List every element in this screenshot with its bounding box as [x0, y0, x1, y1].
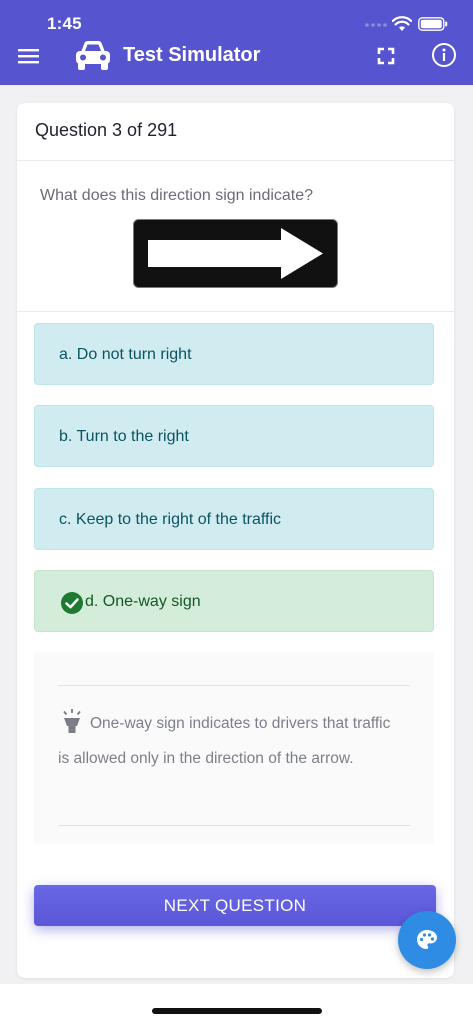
explanation-panel: One-way sign indicates to drivers that t… [34, 652, 434, 844]
answer-option-a[interactable]: a. Do not turn right [34, 323, 434, 385]
signal-icon [365, 23, 387, 27]
one-way-arrow-sign [133, 219, 338, 288]
answer-option-d[interactable]: d. One-way sign [34, 570, 434, 632]
explanation-text: One-way sign indicates to drivers that t… [58, 715, 391, 767]
screen: 1:45 Test Simulator Question 3 of 291 Wh… [0, 0, 473, 1024]
answer-option-c[interactable]: c. Keep to the right of the traffic [34, 488, 434, 550]
theme-button[interactable] [398, 911, 456, 969]
palette-icon [417, 930, 437, 949]
answer-option-label: b. Turn to the right [59, 428, 189, 445]
bottom-bar [0, 984, 473, 1024]
question-card: Question 3 of 291 What does this directi… [17, 103, 454, 978]
car-icon [76, 41, 110, 70]
question-header: Question 3 of 291 [17, 103, 454, 161]
answer-option-label: c. Keep to the right of the traffic [59, 511, 282, 528]
info-icon[interactable] [431, 42, 457, 68]
status-time: 1:45 [47, 14, 82, 33]
question-text: What does this direction sign indicate? [40, 187, 314, 204]
answer-option-label: a. Do not turn right [59, 346, 192, 363]
fullscreen-icon[interactable] [376, 46, 396, 66]
app-header: 1:45 Test Simulator [0, 0, 473, 85]
wifi-icon [392, 16, 412, 31]
app-title: Test Simulator [123, 44, 261, 66]
next-question-button[interactable]: NEXT QUESTION [34, 885, 436, 926]
answer-option-b[interactable]: b. Turn to the right [34, 405, 434, 467]
question-divider [17, 311, 454, 312]
divider [58, 685, 410, 686]
hamburger-menu-icon[interactable] [17, 44, 41, 68]
battery-icon [418, 17, 448, 31]
question-counter: Question 3 of 291 [35, 120, 178, 140]
check-circle-icon [61, 592, 83, 614]
answer-option-label: d. One-way sign [85, 593, 201, 610]
divider [58, 825, 410, 826]
home-indicator[interactable] [152, 1008, 322, 1014]
